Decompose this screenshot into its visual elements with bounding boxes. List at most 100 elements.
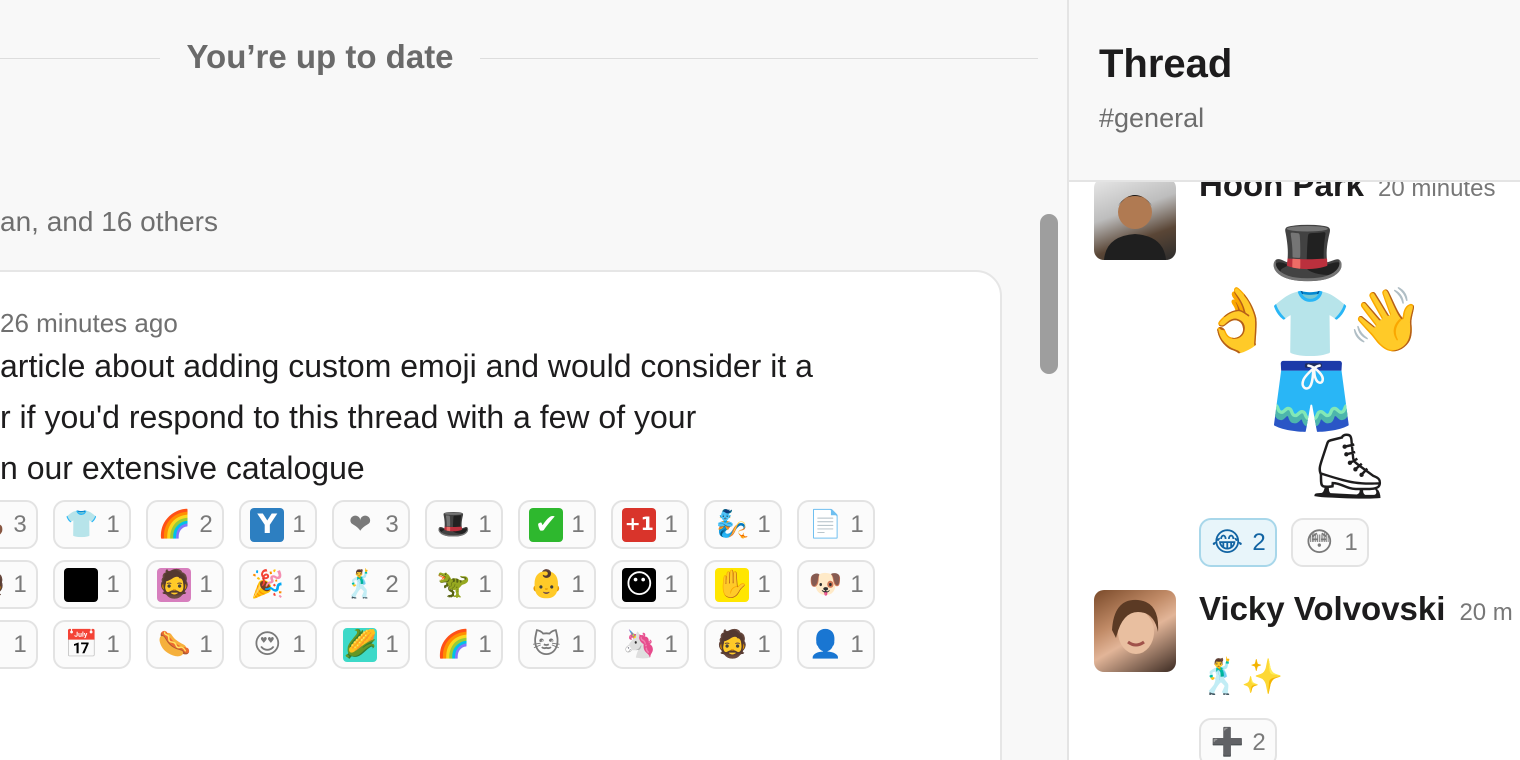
tshirt-icon: 👕 — [1269, 286, 1352, 360]
reaction-count: 1 — [850, 570, 864, 598]
reaction-count: 1 — [385, 630, 399, 658]
reaction-pill[interactable]: 🎩 1 — [425, 500, 503, 549]
message-timestamp[interactable]: 26 minutes ago — [0, 308, 178, 339]
reaction-pill[interactable]: 🌭 1 — [146, 620, 224, 669]
reaction-pill[interactable]: 🐱 1 — [518, 620, 596, 669]
reaction-pill[interactable]: 🌽 1 — [332, 620, 410, 669]
reaction-pill[interactable]: 👤 1 — [797, 620, 875, 669]
party-icon: 🎉 — [250, 569, 285, 599]
reaction-row: 🧍1📅1🌭1😍1🌽1🌈1🐱1🦄1🧔1👤1 — [0, 620, 875, 669]
reaction-pill[interactable]: 🌈 2 — [146, 500, 224, 549]
ok-hand-icon: 👌 — [1199, 286, 1277, 355]
reaction-pill[interactable]: Y1 — [239, 500, 317, 549]
thread-panel: Thread #general Hoon Park 20 minutes 🎩 👌 … — [1067, 0, 1520, 760]
genie-lamp-icon: 🧞 — [715, 509, 750, 539]
thread-channel-link[interactable]: #general — [1099, 103, 1204, 134]
color-wheel-icon: 🌈 — [157, 509, 192, 539]
reaction-count: 3 — [385, 510, 399, 538]
reaction-pill[interactable]: 📄 1 — [797, 500, 875, 549]
reaction-count: 1 — [664, 630, 678, 658]
simpsons-icon: 🧔 — [157, 567, 192, 602]
reaction-count: 1 — [571, 570, 585, 598]
reaction-pill[interactable]: 😶 1 — [611, 560, 689, 609]
reaction-pill[interactable]: 😂 2 — [1199, 518, 1277, 567]
reaction-pill[interactable]: 🧑1 — [0, 560, 38, 609]
person-avatar-icon — [1112, 599, 1159, 654]
roller-skate-icon: ⛸ — [1307, 430, 1389, 502]
up-to-date-label: You’re up to date — [186, 38, 454, 75]
thread-title: Thread — [1099, 42, 1233, 86]
reaction-pill[interactable]: 🧍1 — [0, 620, 38, 669]
reaction-count: 1 — [664, 570, 678, 598]
message-timestamp[interactable]: 20 minutes — [1378, 182, 1495, 202]
reaction-pill[interactable]: 📅 1 — [53, 620, 131, 669]
waving-hand-icon: 👋 — [1347, 286, 1425, 355]
reaction-pill[interactable]: 👕 1 — [53, 500, 131, 549]
reaction-count: 1 — [292, 510, 306, 538]
rainbow-icon: 🌈 — [436, 629, 471, 659]
reaction-pill[interactable]: ✔ 1 — [518, 500, 596, 549]
reaction-count: 1 — [757, 510, 771, 538]
reaction-pill[interactable]: 🌈 1 — [425, 620, 503, 669]
reaction-pill[interactable]: ➕ 2 — [1199, 718, 1277, 760]
reaction-count: 1 — [478, 570, 492, 598]
reaction-count: 2 — [199, 510, 213, 538]
reaction-pill[interactable]: 😍 1 — [239, 620, 317, 669]
author-name[interactable]: Hoon Park — [1199, 182, 1364, 203]
paper-icon: 📄 — [808, 509, 843, 539]
avatar[interactable] — [1094, 182, 1176, 260]
message-text-line: article about adding custom emoji and wo… — [0, 348, 813, 384]
reaction-pill[interactable]: 💩3 — [0, 500, 38, 549]
reaction-count: 1 — [664, 510, 678, 538]
reaction-pill[interactable]: ❤ 3 — [332, 500, 410, 549]
reaction-pill[interactable]: 🧞 1 — [704, 500, 782, 549]
reaction-pill[interactable]: +1 1 — [611, 500, 689, 549]
message-timestamp[interactable]: 20 m — [1459, 599, 1512, 626]
check-mark-icon: ✔ — [529, 507, 564, 542]
reaction-pill[interactable]: 1 — [53, 560, 131, 609]
reaction-row: 💩3👕1🌈2Y1❤3🎩1✔1+11🧞1📄1 — [0, 500, 875, 549]
y-combinator-icon: Y — [250, 507, 285, 542]
reaction-count: 1 — [292, 570, 306, 598]
reaction-count: 1 — [478, 510, 492, 538]
poop-icon: 💩 — [0, 508, 5, 542]
reaction-pill[interactable]: 🎉 1 — [239, 560, 317, 609]
divider-right — [480, 58, 1038, 59]
this-is-fine-dog-icon: 🐶 — [808, 569, 843, 599]
composite-emoji-figure: 🎩 👌 👕 👋 🩳 ⛸ — [1199, 218, 1424, 512]
laughing-tears-icon: 😂 — [1211, 527, 1244, 557]
top-hat-icon: 🎩 — [1269, 218, 1347, 287]
message-author[interactable]: Vicky Volvovski 20 m — [1199, 590, 1513, 628]
reaction-count: 1 — [199, 630, 213, 658]
feed-scrollbar[interactable] — [1040, 214, 1058, 374]
reaction-count: 2 — [385, 570, 399, 598]
avatar[interactable] — [1094, 590, 1176, 672]
reaction-count: 3 — [13, 510, 27, 538]
reaction-count: 1 — [757, 630, 771, 658]
yellow-note-icon: ✋ — [715, 567, 750, 602]
reaction-pill[interactable]: 🧔 1 — [146, 560, 224, 609]
reply-participants[interactable]: an, and 16 others — [0, 206, 218, 238]
reaction-pill[interactable]: 😳 1 — [1291, 518, 1369, 567]
reaction-pill[interactable]: 🐶 1 — [797, 560, 875, 609]
reaction-pill[interactable]: 🕺 2 — [332, 560, 410, 609]
ty-heart-icon: ❤ — [349, 509, 372, 539]
reaction-count: 1 — [106, 630, 120, 658]
message-text-line: r if you'd respond to this thread with a… — [0, 399, 697, 435]
reaction-pill[interactable]: 🧔 1 — [704, 620, 782, 669]
person-avatar-icon — [1104, 195, 1166, 260]
portrait-icon: 🧑 — [0, 568, 5, 602]
reaction-pill[interactable]: 🦄 1 — [611, 620, 689, 669]
monopoly-man-icon: 🎩 — [436, 509, 471, 539]
reaction-pill[interactable]: ✋ 1 — [704, 560, 782, 609]
reaction-pill[interactable]: 👶 1 — [518, 560, 596, 609]
shorts-icon: 🩳 — [1269, 358, 1354, 434]
thread-messages: Hoon Park 20 minutes 🎩 👌 👕 👋 🩳 ⛸ 😂 2 😳 1 Vic… — [1069, 182, 1520, 760]
message-author[interactable]: Hoon Park 20 minutes — [1199, 182, 1495, 204]
author-name[interactable]: Vicky Volvovski — [1199, 590, 1445, 627]
tshirt-icon: 👕 — [64, 509, 99, 539]
baby-face-icon: 👶 — [529, 569, 564, 599]
reaction-count: 1 — [571, 630, 585, 658]
reaction-pill[interactable]: 🦖 1 — [425, 560, 503, 609]
reaction-grid: 💩3👕1🌈2Y1❤3🎩1✔1+11🧞1📄1🧑11🧔1🎉1🕺2🦖1👶1😶1✋1🐶1… — [0, 500, 875, 680]
